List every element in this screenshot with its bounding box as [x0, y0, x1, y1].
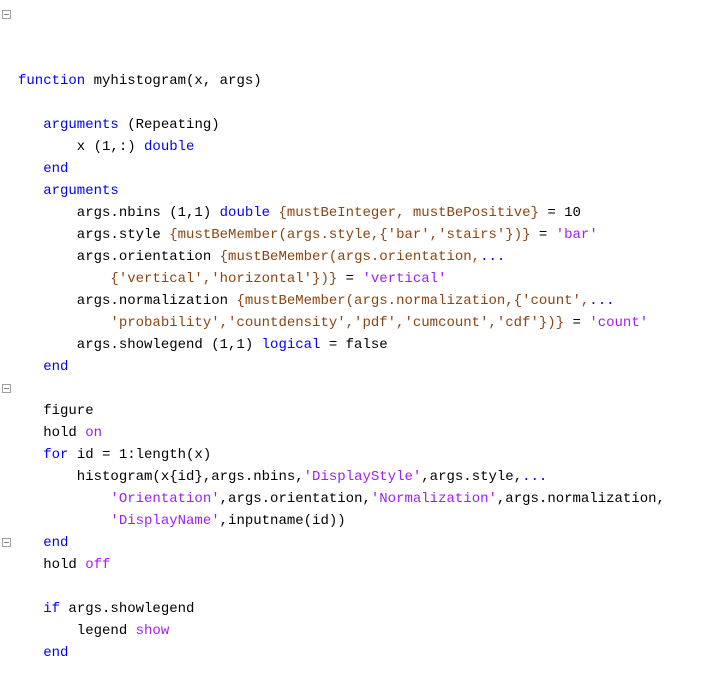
code-line: hold on: [18, 422, 717, 444]
code-line: for id = 1:length(x): [18, 444, 717, 466]
code-line: arguments (Repeating): [18, 114, 717, 136]
code-line: [18, 92, 717, 114]
code-line: function myhistogram(x, args): [18, 70, 717, 92]
code-line: args.orientation {mustBeMember(args.orie…: [18, 246, 717, 268]
code-line: end: [18, 158, 717, 180]
code-body: function myhistogram(x, args) arguments …: [18, 70, 717, 664]
code-line: 'Orientation',args.orientation,'Normaliz…: [18, 488, 717, 510]
code-line: hold off: [18, 554, 717, 576]
code-line: [18, 576, 717, 598]
fold-toggle-icon[interactable]: [2, 384, 11, 393]
code-line: histogram(x{id},args.nbins,'DisplayStyle…: [18, 466, 717, 488]
code-line: if args.showlegend: [18, 598, 717, 620]
code-line: args.normalization {mustBeMember(args.no…: [18, 290, 717, 312]
code-line: arguments: [18, 180, 717, 202]
fold-toggle-icon[interactable]: [2, 10, 11, 19]
code-line: args.nbins (1,1) double {mustBeInteger, …: [18, 202, 717, 224]
code-line: args.showlegend (1,1) logical = false: [18, 334, 717, 356]
code-line: figure: [18, 400, 717, 422]
code-line: x (1,:) double: [18, 136, 717, 158]
code-line: 'probability','countdensity','pdf','cumc…: [18, 312, 717, 334]
code-line: args.style {mustBeMember(args.style,{'ba…: [18, 224, 717, 246]
code-line: [18, 378, 717, 400]
code-line: {'vertical','horizontal'})} = 'vertical': [18, 268, 717, 290]
code-line: legend show: [18, 620, 717, 642]
code-editor: function myhistogram(x, args) arguments …: [0, 0, 717, 690]
code-line: 'DisplayName',inputname(id)): [18, 510, 717, 532]
code-line: end: [18, 532, 717, 554]
code-line: end: [18, 356, 717, 378]
fold-toggle-icon[interactable]: [2, 538, 11, 547]
code-line: end: [18, 642, 717, 664]
